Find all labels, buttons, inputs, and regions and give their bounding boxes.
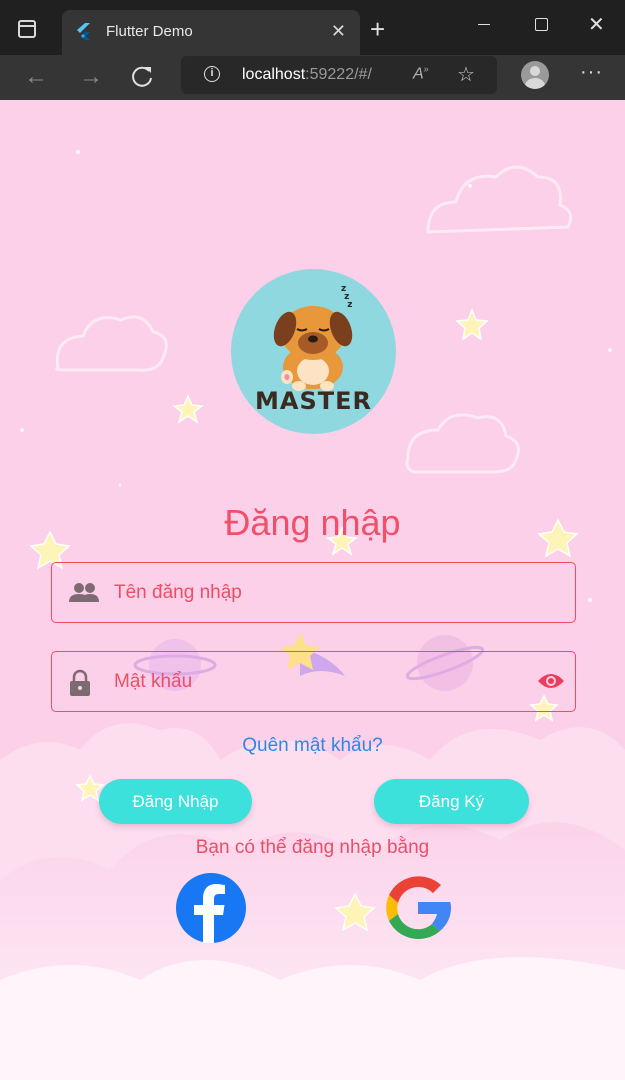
app-logo-avatar: z z z MASTER <box>231 269 396 434</box>
forgot-password-link[interactable]: Quên mật khẩu? <box>0 735 625 757</box>
facebook-login-icon[interactable] <box>176 873 246 943</box>
site-info-icon[interactable]: i <box>204 66 220 82</box>
maximize-icon[interactable] <box>535 18 548 31</box>
sleep-z-icon: z z z <box>341 284 353 310</box>
new-tab-icon[interactable]: + <box>370 14 385 44</box>
password-input[interactable]: Mật khẩu <box>114 671 192 693</box>
username-field[interactable]: Tên đăng nhập <box>51 562 576 623</box>
tab-actions-icon[interactable] <box>18 20 36 38</box>
login-page: z z z MASTER Đăng nhập Tên đăng nhập Mật… <box>0 100 625 1080</box>
browser-tab[interactable]: Flutter Demo ✕ <box>62 10 360 55</box>
refresh-icon[interactable] <box>128 63 156 91</box>
lock-icon <box>70 669 90 696</box>
register-button[interactable]: Đăng Ký <box>374 779 529 824</box>
forward-arrow-icon[interactable]: → <box>73 59 109 95</box>
username-input[interactable]: Tên đăng nhập <box>114 582 242 604</box>
people-icon <box>69 583 99 602</box>
alt-login-text: Bạn có thể đăng nhập bằng <box>195 837 430 858</box>
window-close-icon[interactable]: ✕ <box>588 12 605 38</box>
browser-toolbar: ← → i localhost:59222/#/ A» ☆ ··· <box>0 55 625 100</box>
minimize-icon[interactable] <box>478 24 490 25</box>
flutter-icon <box>77 23 90 40</box>
close-tab-icon[interactable]: ✕ <box>331 20 346 42</box>
login-button[interactable]: Đăng Nhập <box>99 779 252 824</box>
browser-tab-bar: Flutter Demo ✕ + ✕ <box>0 0 625 55</box>
read-aloud-icon[interactable]: A» <box>413 64 429 83</box>
back-arrow-icon[interactable]: ← <box>18 59 54 95</box>
page-title: Đăng nhập <box>224 502 401 543</box>
url-text: localhost:59222/#/ <box>242 66 372 83</box>
eye-icon[interactable] <box>537 671 565 691</box>
more-menu-icon[interactable]: ··· <box>580 61 603 84</box>
brand-name: MASTER <box>255 387 372 415</box>
address-bar[interactable]: i localhost:59222/#/ A» ☆ <box>181 56 497 94</box>
tab-title: Flutter Demo <box>106 23 193 40</box>
google-login-icon[interactable] <box>383 873 453 943</box>
password-field[interactable]: Mật khẩu <box>51 651 576 712</box>
add-favorite-icon[interactable]: ☆ <box>457 62 475 87</box>
profile-avatar-icon[interactable] <box>521 61 549 89</box>
